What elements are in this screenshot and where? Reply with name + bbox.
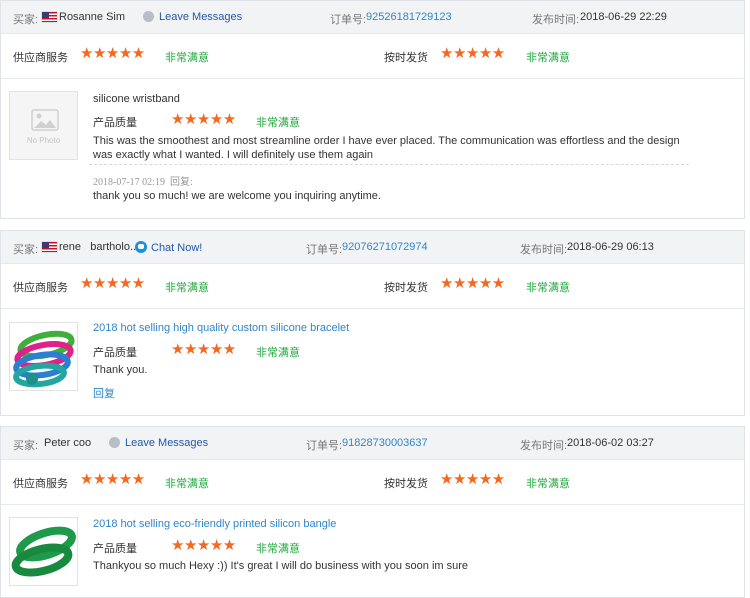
message-icon [109,437,120,448]
review-time: 2018-06-02 03:27 [567,437,654,449]
reply-time-value: 2018-07-17 02:19 [93,177,165,188]
buyer-label: 买家: [13,244,39,256]
product-thumbnail[interactable] [9,322,78,391]
buyer-name[interactable]: Rosanne Sim [59,11,125,23]
product-quality-label: 产品质量 [93,117,137,129]
buyer-first-name: rene [59,241,82,253]
on-time-delivery-stars: ★★★★★ [440,471,505,488]
bangle-image [11,526,76,577]
chat-now-link[interactable]: Chat Now! [135,241,202,254]
product-thumbnail[interactable] [9,517,78,586]
review-time: 2018-06-29 22:29 [580,11,667,23]
product-quality-label: 产品质量 [93,347,137,359]
on-time-delivery-satisfaction: 非常满意 [526,52,570,64]
product-name-link[interactable]: 2018 hot selling high quality custom sil… [93,322,349,334]
review-header: 买家: Peter coo Leave Messages 订单号: 918287… [1,427,744,460]
product-name-link[interactable]: 2018 hot selling eco-friendly printed si… [93,518,336,530]
supplier-service-satisfaction: 非常满意 [165,478,209,490]
supplier-service-label: 供应商服务 [13,478,68,490]
reply-time: 2018-07-17 02:19 回复: [93,173,193,188]
reply-link[interactable]: 回复 [93,385,115,401]
review-time: 2018-06-29 06:13 [567,241,654,253]
on-time-delivery-stars: ★★★★★ [440,45,505,62]
order-no-label: 订单号: [330,14,367,26]
no-photo-label: No Photo [26,136,61,145]
review-comment: Thankyou so much Hexy :)) It's great I w… [93,560,469,572]
product-name: silicone wristband [93,93,180,105]
product-thumbnail[interactable]: No Photo [9,91,78,160]
review-header: 买家: Rosanne Sim Leave Messages 订单号: 9252… [1,1,744,34]
leave-messages-link[interactable]: Leave Messages [109,437,208,449]
on-time-delivery-stars: ★★★★★ [440,275,505,292]
us-flag-icon [42,242,57,252]
order-number-link[interactable]: 92076271072974 [342,241,428,253]
supplier-service-label: 供应商服务 [13,52,68,64]
buyer-last-name: bartholo... [90,241,140,253]
order-no-label: 订单号: [306,440,343,452]
buyer-name[interactable]: rene bartholo... [59,241,139,253]
order-no-label: 订单号: [306,244,343,256]
published-label: 发布时间: [520,440,568,452]
on-time-delivery-satisfaction: 非常满意 [526,282,570,294]
service-ratings: 供应商服务 ★★★★★ 非常满意 按时发货 ★★★★★ 非常满意 [1,460,744,505]
leave-messages-link[interactable]: Leave Messages [143,11,242,23]
bracelet-image [13,330,75,388]
leave-messages-label: Leave Messages [159,11,243,23]
chat-icon [135,241,147,253]
leave-messages-label: Leave Messages [125,437,209,449]
message-icon [143,11,154,22]
review-card: 买家: Peter coo Leave Messages 订单号: 918287… [0,426,745,598]
buyer-name[interactable]: Peter coo [44,437,91,449]
order-number-link[interactable]: 91828730003637 [342,437,428,449]
buyer-label: 买家: [13,14,39,26]
product-quality-satisfaction: 非常满意 [256,117,300,129]
no-photo-icon [31,109,59,131]
review-comment: This was the smoothest and most streamli… [93,135,680,161]
product-quality-satisfaction: 非常满意 [256,347,300,359]
supplier-service-satisfaction: 非常满意 [165,282,209,294]
review-header: 买家: rene bartholo... Chat Now! 订单号: 9207… [1,231,744,264]
on-time-delivery-label: 按时发货 [384,478,428,490]
order-number-link[interactable]: 92526181729123 [366,11,452,23]
service-ratings: 供应商服务 ★★★★★ 非常满意 按时发货 ★★★★★ 非常满意 [1,34,744,79]
on-time-delivery-satisfaction: 非常满意 [526,478,570,490]
product-quality-stars: ★★★★★ [171,111,236,128]
on-time-delivery-label: 按时发货 [384,282,428,294]
us-flag-icon [42,12,57,22]
published-label: 发布时间: [532,14,580,26]
buyer-label: 买家: [13,440,39,452]
reply-divider [89,164,689,165]
chat-now-label: Chat Now! [151,242,203,254]
supplier-service-label: 供应商服务 [13,282,68,294]
product-quality-label: 产品质量 [93,543,137,555]
review-card: 买家: rene bartholo... Chat Now! 订单号: 9207… [0,230,745,416]
supplier-service-stars: ★★★★★ [80,275,145,292]
seller-reply: thank you so much! we are welcome you in… [93,190,381,202]
product-quality-satisfaction: 非常满意 [256,543,300,555]
review-card: 买家: Rosanne Sim Leave Messages 订单号: 9252… [0,0,745,219]
product-quality-stars: ★★★★★ [171,537,236,554]
supplier-service-stars: ★★★★★ [80,45,145,62]
service-ratings: 供应商服务 ★★★★★ 非常满意 按时发货 ★★★★★ 非常满意 [1,264,744,309]
review-comment: Thank you. [93,364,148,376]
product-quality-stars: ★★★★★ [171,341,236,358]
reply-label: 回复: [169,177,193,188]
on-time-delivery-label: 按时发货 [384,52,428,64]
supplier-service-satisfaction: 非常满意 [165,52,209,64]
supplier-service-stars: ★★★★★ [80,471,145,488]
published-label: 发布时间: [520,244,568,256]
